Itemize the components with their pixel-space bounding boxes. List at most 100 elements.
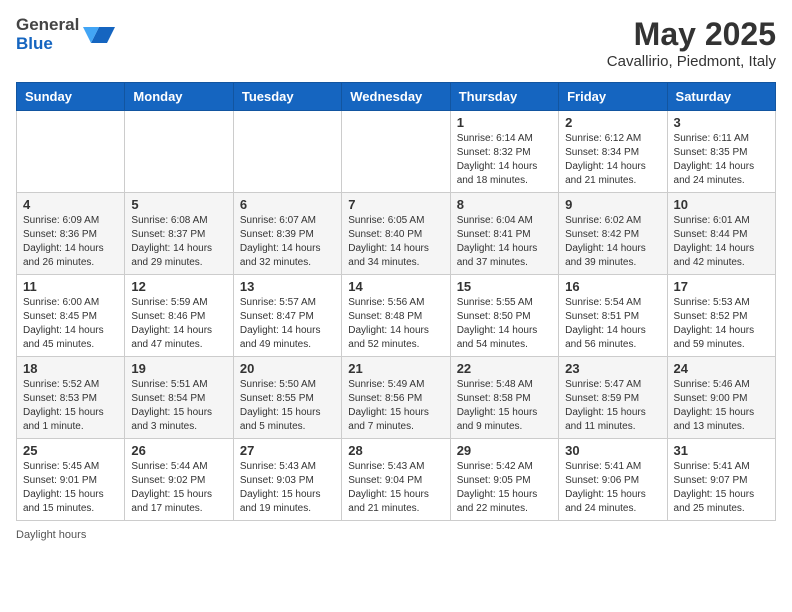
calendar-cell: 28 Sunrise: 5:43 AM Sunset: 9:04 PM Dayli… [342,439,450,521]
day-number: 4 [23,197,118,212]
day-number: 22 [457,361,552,376]
day-number: 9 [565,197,660,212]
day-info: Sunrise: 5:57 AM Sunset: 8:47 PM Dayligh… [240,296,335,352]
day-info: Sunrise: 5:43 AM Sunset: 9:03 PM Dayligh… [240,460,335,516]
day-number: 31 [674,443,769,458]
calendar-cell: 31 Sunrise: 5:41 AM Sunset: 9:07 PM Dayli… [667,439,775,521]
day-number: 28 [348,443,443,458]
calendar-cell: 17 Sunrise: 5:53 AM Sunset: 8:52 PM Dayli… [667,275,775,357]
col-header-friday: Friday [559,83,667,111]
day-info: Sunrise: 5:41 AM Sunset: 9:06 PM Dayligh… [565,460,660,516]
day-number: 1 [457,115,552,130]
footer: Daylight hours [16,529,776,541]
day-info: Sunrise: 5:43 AM Sunset: 9:04 PM Dayligh… [348,460,443,516]
day-number: 17 [674,279,769,294]
calendar-cell: 4 Sunrise: 6:09 AM Sunset: 8:36 PM Daylig… [17,193,125,275]
col-header-saturday: Saturday [667,83,775,111]
calendar-cell: 2 Sunrise: 6:12 AM Sunset: 8:34 PM Daylig… [559,111,667,193]
logo-blue: Blue [16,35,79,54]
day-number: 7 [348,197,443,212]
day-info: Sunrise: 5:56 AM Sunset: 8:48 PM Dayligh… [348,296,443,352]
calendar-cell: 22 Sunrise: 5:48 AM Sunset: 8:58 PM Dayli… [450,357,558,439]
day-number: 8 [457,197,552,212]
day-info: Sunrise: 6:05 AM Sunset: 8:40 PM Dayligh… [348,214,443,270]
calendar-table: SundayMondayTuesdayWednesdayThursdayFrid… [16,82,776,521]
calendar-week-1: 1 Sunrise: 6:14 AM Sunset: 8:32 PM Daylig… [17,111,776,193]
logo-general: General [16,16,79,35]
day-number: 5 [131,197,226,212]
logo: General Blue [16,16,115,53]
day-info: Sunrise: 5:54 AM Sunset: 8:51 PM Dayligh… [565,296,660,352]
calendar-cell: 11 Sunrise: 6:00 AM Sunset: 8:45 PM Dayli… [17,275,125,357]
col-header-sunday: Sunday [17,83,125,111]
day-number: 11 [23,279,118,294]
month-title: May 2025 [607,16,776,53]
calendar-cell [17,111,125,193]
calendar-cell: 5 Sunrise: 6:08 AM Sunset: 8:37 PM Daylig… [125,193,233,275]
logo-icon [83,19,115,51]
day-info: Sunrise: 5:59 AM Sunset: 8:46 PM Dayligh… [131,296,226,352]
day-info: Sunrise: 5:42 AM Sunset: 9:05 PM Dayligh… [457,460,552,516]
day-info: Sunrise: 5:55 AM Sunset: 8:50 PM Dayligh… [457,296,552,352]
day-info: Sunrise: 6:14 AM Sunset: 8:32 PM Dayligh… [457,132,552,188]
calendar-week-5: 25 Sunrise: 5:45 AM Sunset: 9:01 PM Dayli… [17,439,776,521]
day-info: Sunrise: 5:41 AM Sunset: 9:07 PM Dayligh… [674,460,769,516]
day-info: Sunrise: 6:11 AM Sunset: 8:35 PM Dayligh… [674,132,769,188]
calendar-cell: 7 Sunrise: 6:05 AM Sunset: 8:40 PM Daylig… [342,193,450,275]
header: General Blue May 2025 Cavallirio, Piedmo… [16,16,776,70]
calendar-cell: 27 Sunrise: 5:43 AM Sunset: 9:03 PM Dayli… [233,439,341,521]
calendar-cell: 9 Sunrise: 6:02 AM Sunset: 8:42 PM Daylig… [559,193,667,275]
day-info: Sunrise: 6:09 AM Sunset: 8:36 PM Dayligh… [23,214,118,270]
calendar-cell [233,111,341,193]
day-number: 18 [23,361,118,376]
calendar-cell: 30 Sunrise: 5:41 AM Sunset: 9:06 PM Dayli… [559,439,667,521]
day-info: Sunrise: 5:44 AM Sunset: 9:02 PM Dayligh… [131,460,226,516]
calendar-cell [125,111,233,193]
day-number: 6 [240,197,335,212]
day-number: 16 [565,279,660,294]
day-info: Sunrise: 5:52 AM Sunset: 8:53 PM Dayligh… [23,378,118,434]
day-info: Sunrise: 5:45 AM Sunset: 9:01 PM Dayligh… [23,460,118,516]
day-number: 13 [240,279,335,294]
calendar-week-4: 18 Sunrise: 5:52 AM Sunset: 8:53 PM Dayli… [17,357,776,439]
calendar-cell: 25 Sunrise: 5:45 AM Sunset: 9:01 PM Dayli… [17,439,125,521]
col-header-thursday: Thursday [450,83,558,111]
day-number: 30 [565,443,660,458]
calendar-cell: 6 Sunrise: 6:07 AM Sunset: 8:39 PM Daylig… [233,193,341,275]
calendar-cell: 18 Sunrise: 5:52 AM Sunset: 8:53 PM Dayli… [17,357,125,439]
day-info: Sunrise: 6:12 AM Sunset: 8:34 PM Dayligh… [565,132,660,188]
calendar-cell: 3 Sunrise: 6:11 AM Sunset: 8:35 PM Daylig… [667,111,775,193]
calendar-week-3: 11 Sunrise: 6:00 AM Sunset: 8:45 PM Dayli… [17,275,776,357]
day-info: Sunrise: 6:02 AM Sunset: 8:42 PM Dayligh… [565,214,660,270]
day-info: Sunrise: 5:51 AM Sunset: 8:54 PM Dayligh… [131,378,226,434]
day-info: Sunrise: 6:00 AM Sunset: 8:45 PM Dayligh… [23,296,118,352]
day-number: 15 [457,279,552,294]
day-number: 3 [674,115,769,130]
day-info: Sunrise: 6:04 AM Sunset: 8:41 PM Dayligh… [457,214,552,270]
calendar-cell: 13 Sunrise: 5:57 AM Sunset: 8:47 PM Dayli… [233,275,341,357]
day-info: Sunrise: 6:08 AM Sunset: 8:37 PM Dayligh… [131,214,226,270]
day-number: 20 [240,361,335,376]
day-number: 24 [674,361,769,376]
calendar-cell: 14 Sunrise: 5:56 AM Sunset: 8:48 PM Dayli… [342,275,450,357]
day-number: 25 [23,443,118,458]
day-info: Sunrise: 5:48 AM Sunset: 8:58 PM Dayligh… [457,378,552,434]
calendar-cell: 12Sunrise: 5:59 AM Sunset: 8:46 PM Dayli… [125,275,233,357]
day-info: Sunrise: 5:50 AM Sunset: 8:55 PM Dayligh… [240,378,335,434]
col-header-wednesday: Wednesday [342,83,450,111]
day-number: 14 [348,279,443,294]
day-number: 2 [565,115,660,130]
day-number: 10 [674,197,769,212]
calendar-cell: 26 Sunrise: 5:44 AM Sunset: 9:02 PM Dayli… [125,439,233,521]
calendar-cell: 10Sunrise: 6:01 AM Sunset: 8:44 PM Dayli… [667,193,775,275]
day-number: 19 [131,361,226,376]
calendar-cell: 24Sunrise: 5:46 AM Sunset: 9:00 PM Dayli… [667,357,775,439]
day-number: 29 [457,443,552,458]
day-number: 27 [240,443,335,458]
calendar-cell: 16 Sunrise: 5:54 AM Sunset: 8:51 PM Dayli… [559,275,667,357]
day-info: Sunrise: 6:07 AM Sunset: 8:39 PM Dayligh… [240,214,335,270]
day-info: Sunrise: 5:53 AM Sunset: 8:52 PM Dayligh… [674,296,769,352]
day-number: 26 [131,443,226,458]
daylight-label: Daylight hours [16,529,86,541]
calendar-header-row: SundayMondayTuesdayWednesdayThursdayFrid… [17,83,776,111]
